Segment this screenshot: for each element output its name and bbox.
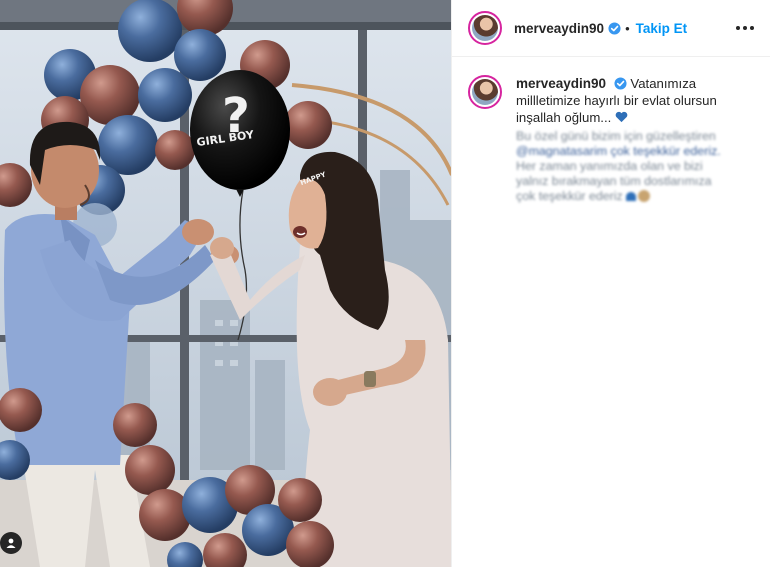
avatar[interactable] xyxy=(468,11,502,45)
post-header: merveaydin90 • Takip Et xyxy=(452,0,770,57)
caption-line: yalnız bırakmayan tüm dostlarımıza xyxy=(516,174,712,188)
caption-line-text: çok teşekkür ederiz xyxy=(516,189,623,203)
emoji-icon xyxy=(638,190,651,202)
caption-mention-line[interactable]: @magnatasarim çok teşekkür ederiz. xyxy=(516,144,756,159)
caption-body: merveaydin90 Vatanımıza millletimize hay… xyxy=(516,75,756,204)
caption-line: Bu özel günü bizim için güzelleştiren xyxy=(516,129,716,143)
blue-heart-icon xyxy=(626,192,637,201)
user-tag-icon[interactable] xyxy=(0,532,22,554)
more-options-icon[interactable] xyxy=(734,20,756,36)
blue-heart-icon xyxy=(615,111,628,123)
follow-button[interactable]: Takip Et xyxy=(636,21,688,36)
gender-reveal-photo: ? GIRL BOY HAPPY xyxy=(0,0,451,567)
caption-username[interactable]: merveaydin90 xyxy=(516,76,606,91)
verified-badge-icon xyxy=(614,77,627,90)
caption-avatar[interactable] xyxy=(468,75,502,109)
separator-dot: • xyxy=(625,20,630,36)
post-photo[interactable]: ? GIRL BOY HAPPY xyxy=(0,0,451,567)
caption-comment: merveaydin90 Vatanımıza millletimize hay… xyxy=(452,57,770,204)
header-username[interactable]: merveaydin90 xyxy=(514,21,604,36)
caption-line: Her zaman yanımızda olan ve bizi xyxy=(516,159,703,173)
caption-line-last: çok teşekkür ederiz xyxy=(516,189,756,204)
verified-badge-icon xyxy=(608,21,621,35)
instagram-post: ? GIRL BOY HAPPY merveaydin90 • Takip Et xyxy=(0,0,770,567)
post-side-panel: merveaydin90 • Takip Et merveaydin90 Vat… xyxy=(451,0,770,567)
